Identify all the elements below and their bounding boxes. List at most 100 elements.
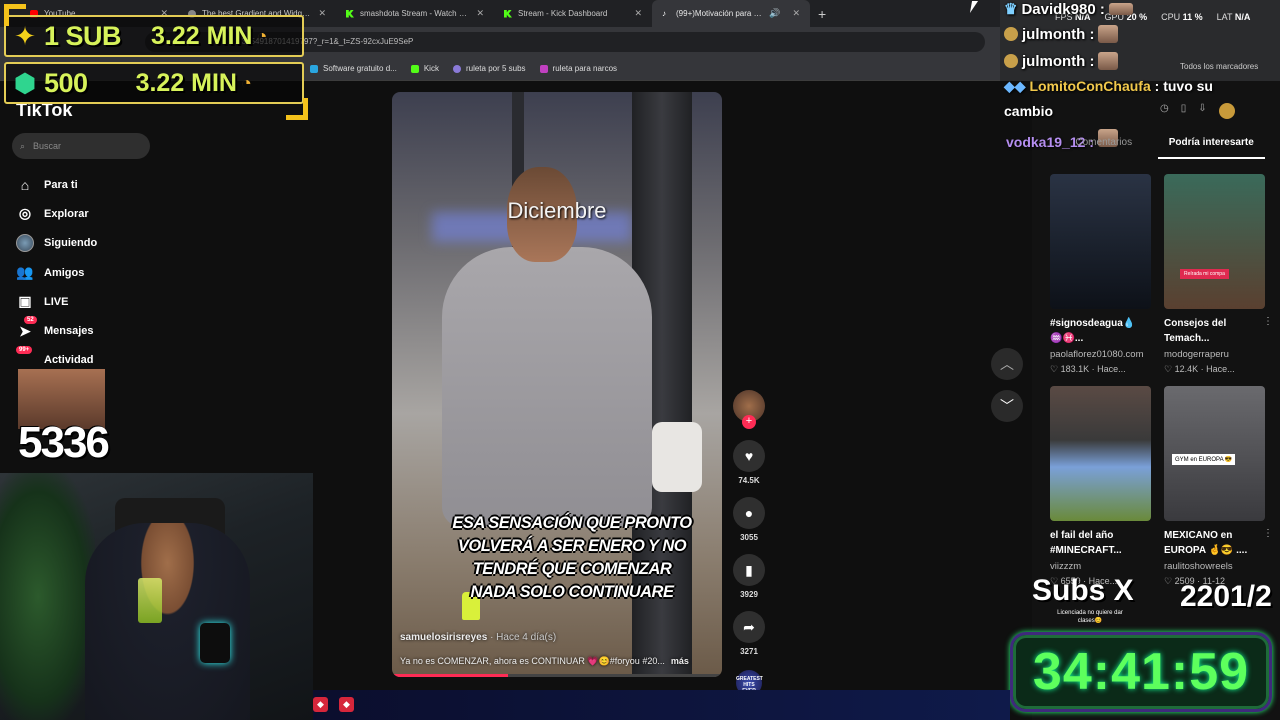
taskbar: ◆ ◆ [313,690,1010,720]
nav-live[interactable]: ▣ LIVE [16,287,97,316]
nav-label: LIVE [44,295,69,308]
card-stats: ♡ 12.4K · Hace... [1164,364,1235,374]
bookmark-ruleta-narcos[interactable]: ruleta para narcos [539,64,617,73]
sub-badge-icon [1004,27,1018,41]
video-progress[interactable] [392,674,722,677]
search-input[interactable]: ⌕ Buscar [12,133,150,159]
app-icon[interactable]: ◆ [339,697,354,712]
recommended-video[interactable]: GYM en EUROPA 😎 MEXICANO en EUROPA 🤞😎 ..… [1164,386,1273,587]
recommended-video[interactable]: el fail del año #MINECRAFT... viizzzm ♡ … [1050,386,1151,587]
chat-message: julmonth : [1004,25,1119,43]
card-user[interactable]: viizzzm [1050,561,1151,572]
video-title-overlay: Diciembre [507,198,607,223]
bookmark-icon [539,64,548,73]
corner-arrow-icon [286,98,308,120]
avatar[interactable] [1218,103,1235,119]
subs-goal-count: 2201/2 [1180,580,1272,613]
thumb-label: GYM en EUROPA 😎 [1172,454,1236,465]
tab-tiktok-active[interactable]: ♪ (99+)Motivación para Cont 🔊 ✕ [652,0,810,27]
close-icon[interactable]: ✕ [792,8,800,19]
bookmark-kick[interactable]: Kick [410,64,439,73]
tiktok-icon: ♪ [662,8,666,18]
subathon-timer: 34:41:59 [1010,632,1272,712]
timer-value: 34:41:59 [1032,643,1250,701]
nav-mensajes[interactable]: ➤ 52 Mensajes [16,316,97,345]
emote-icon [1108,3,1133,15]
tab-label: (99+)Motivación para Cont [676,9,764,18]
clock-icon[interactable]: ◷ [1160,103,1169,119]
video-thumbnail[interactable]: Reírada mi compa [1164,174,1265,309]
more-icon[interactable]: ⋮ [1263,316,1273,327]
recommended-video[interactable]: #signosdeagua💧♒♓... paolaflorez01080.com… [1050,174,1151,375]
subs-goal-label: Subs X [1032,574,1134,607]
progress-fill [392,674,508,677]
goal-time: 3.22 MIN [135,68,237,97]
more-icon[interactable]: ⋮ [1263,528,1273,539]
panel-toolbar: ◷ ▯ ⇩ [1160,103,1235,119]
follow-plus-icon[interactable]: + [742,415,756,429]
video-description: Ya no es COMENZAR, ahora es CONTINUAR 💗😊… [400,656,689,667]
messages-icon: ➤ [19,322,31,339]
action-rail: + ♥ 74.5K ● 3055 ▮ 3929 ➦ 3271 GREATEST … [732,390,766,696]
speaker-icon[interactable]: 🔊 [769,8,780,19]
search-placeholder: Buscar [33,141,62,151]
bookmark-ruleta-subs[interactable]: ruleta por 5 subs [452,64,526,73]
like-count: 74.5K [738,476,760,485]
towel [652,422,702,492]
share-button[interactable]: ➦ [733,611,765,643]
search-icon: ⌕ [20,140,26,151]
chat-text: : tuvo su [1154,78,1213,94]
bookmark-icon: ▮ [745,561,753,578]
card-user[interactable]: paolaflorez01080.com [1050,349,1151,360]
share-count: 3271 [740,647,758,656]
tab-podria-interesarte[interactable]: Podría interesarte [1157,137,1265,159]
tab-smashdota-stream[interactable]: smashdota Stream - Watch Live ✕ [336,0,494,27]
new-tab-button[interactable]: + [810,6,834,22]
friends-icon: 👥 [16,264,34,281]
next-video-button[interactable]: ﹀ [991,390,1023,422]
close-icon[interactable]: ✕ [634,8,642,19]
like-button[interactable]: ♥ [733,440,765,472]
app-icon[interactable]: ◆ [313,697,328,712]
tab-kick-dashboard[interactable]: Stream - Kick Dashboard ✕ [494,0,652,27]
video-thumbnail[interactable] [1050,174,1151,309]
video-thumbnail[interactable] [1050,386,1151,521]
recommended-video[interactable]: Reírada mi compa Consejos del Temach... … [1164,174,1273,375]
lat-stat: LAT N/A [1216,12,1251,22]
download-icon[interactable]: ⇩ [1198,103,1206,119]
save-button[interactable]: ▮ [733,554,765,586]
streamer [85,523,250,720]
post-age: · Hace 4 día(s) [490,632,557,643]
bookmark-label: ruleta por 5 subs [465,64,526,73]
kick-icon [410,64,419,73]
share-icon: ➦ [743,618,755,635]
author-avatar[interactable]: + [733,390,765,429]
nav-siguiendo[interactable]: Siguiendo [16,229,97,258]
emote-icon [1098,25,1119,43]
author-name[interactable]: samuelosirisreyes [400,632,487,643]
drink-glass [138,578,162,623]
tab-comentarios[interactable]: Comentarios [1050,137,1158,159]
screen: YouTube ✕ The best Gradient and Widgets ✕ … [0,0,1280,720]
video-author[interactable]: samuelosirisreyes · Hace 4 día(s) [400,632,556,643]
video-thumbnail[interactable]: GYM en EUROPA 😎 [1164,386,1265,521]
card-user[interactable]: modogerraperu [1164,349,1265,360]
phone-icon[interactable]: ▯ [1181,103,1187,119]
nav-explorar[interactable]: ◎ Explorar [16,199,97,228]
close-icon[interactable]: ✕ [318,8,326,19]
microphone [200,623,230,663]
all-bookmarks-link[interactable]: Todos los marcadores [1180,62,1258,71]
comment-button[interactable]: ● [733,497,765,529]
card-user[interactable]: raulitoshowreels [1164,561,1265,572]
tiktok-video[interactable]: Diciembre ESA SENSACIÓN QUE PRONTO VOLVE… [392,92,722,677]
chevron-down-icon: ﹀ [1000,398,1014,414]
prev-video-button[interactable]: ︿ [991,348,1023,380]
emote-icon [1098,52,1119,70]
bookmark-software[interactable]: Software gratuito d... [310,64,397,73]
goal-label: 500 [44,67,88,98]
close-icon[interactable]: ✕ [476,8,484,19]
nav-para-ti[interactable]: ⌂ Para ti [16,170,97,199]
more-link[interactable]: más [671,656,689,666]
nav-amigos[interactable]: 👥 Amigos [16,258,97,287]
chat-username: LomitoConChaufa [1029,78,1151,94]
